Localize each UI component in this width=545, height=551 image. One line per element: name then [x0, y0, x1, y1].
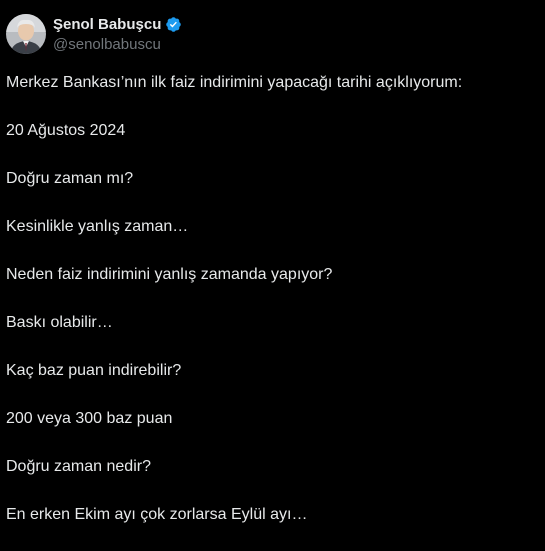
- tweet-line: En erken Ekim ayı çok zorlarsa Eylül ayı…: [6, 506, 308, 523]
- tweet-line: 20 Ağustos 2024: [6, 122, 126, 139]
- profile-photo-icon: [6, 14, 46, 54]
- tweet-text: Merkez Bankası’nın ilk faiz indirimini y…: [6, 71, 536, 551]
- name-row: Şenol Babuşcu: [53, 15, 182, 34]
- tweet-line: Baskı olabilir…: [6, 314, 113, 331]
- tweet-line: Kaç baz puan indirebilir?: [6, 362, 182, 379]
- user-handle[interactable]: @senolbabuscu: [53, 35, 182, 54]
- tweet-line: Neden faiz indirimini yanlış zamanda yap…: [6, 266, 333, 283]
- tweet-line: Doğru zaman mı?: [6, 170, 134, 187]
- author-info: Şenol Babuşcu @senolbabuscu: [53, 15, 182, 54]
- verified-badge-icon: [165, 16, 182, 33]
- tweet-line: 200 veya 300 baz puan: [6, 410, 173, 427]
- tweet-line: Doğru zaman nedir?: [6, 458, 151, 475]
- display-name[interactable]: Şenol Babuşcu: [53, 16, 161, 33]
- tweet-line: Kesinlikle yanlış zaman…: [6, 218, 189, 235]
- tweet-line: Merkez Bankası’nın ilk faiz indirimini y…: [6, 74, 463, 91]
- tweet-header: Şenol Babuşcu @senolbabuscu: [6, 14, 182, 54]
- avatar[interactable]: [6, 14, 46, 54]
